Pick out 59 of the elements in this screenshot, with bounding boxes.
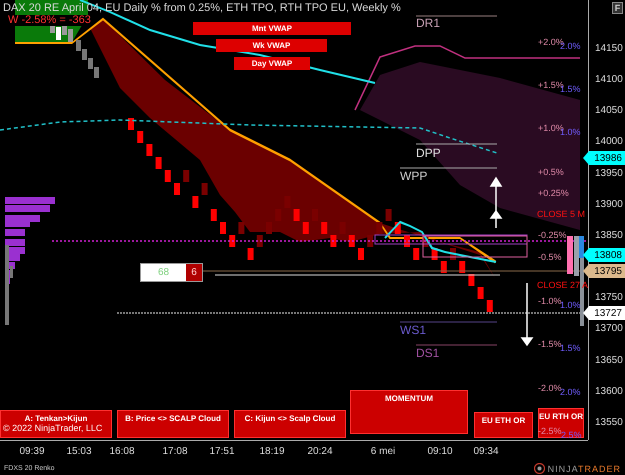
time-tick: 6 mei	[370, 447, 396, 457]
signal-panel: B: Price <> SCALP Cloud	[117, 410, 229, 438]
down-arrow	[520, 283, 534, 346]
price-tick: 13950	[595, 168, 623, 179]
price-tick: 14150	[595, 44, 623, 54]
time-tick: 15:03	[66, 447, 92, 457]
price-tick: 13700	[595, 324, 623, 334]
pivot-label: WS1	[400, 324, 426, 336]
up-arrow	[490, 176, 502, 228]
time-tick: 20:24	[307, 447, 333, 457]
price-tag: 13727	[583, 306, 625, 320]
vwap-button[interactable]: Mnt VWAP	[193, 22, 351, 35]
close-label: CLOSE 5 M	[537, 210, 586, 219]
time-tick: 09:10	[427, 447, 453, 457]
daily-percent-label: -1.5%	[538, 340, 562, 349]
time-tick: 09:34	[473, 447, 499, 457]
price-tick: 13650	[595, 356, 623, 366]
chart-options-button[interactable]: F	[612, 2, 623, 14]
daily-percent-label: +0.25%	[538, 189, 569, 198]
weekly-percent-label: 2.0%	[560, 388, 581, 397]
copyright-text: © 2022 NinjaTrader, LLC	[3, 424, 102, 433]
ninja-logo-icon	[534, 463, 545, 474]
brand-wordmark: NINJATRADER	[548, 464, 621, 474]
daily-percent-label: -2.5%	[538, 427, 562, 436]
price-tick: 13850	[595, 230, 623, 241]
weekly-percent-label: 2.5%	[561, 431, 582, 440]
daily-percent-label: +0.5%	[538, 168, 564, 177]
price-tag: 13986	[583, 151, 625, 165]
price-tick: 13600	[595, 386, 623, 397]
pivot-label: WPP	[400, 170, 428, 182]
vwap-button[interactable]: Wk VWAP	[216, 39, 327, 52]
pivot-label: DR1	[416, 17, 440, 29]
time-tick: 09:39	[19, 447, 45, 457]
price-tick: 13750	[595, 293, 623, 304]
price-tick: 14050	[595, 106, 623, 116]
time-tick: 18:19	[259, 447, 285, 457]
daily-percent-label: -0.25%	[538, 231, 567, 240]
signal-panel: C: Kijun <> Scalp Cloud	[234, 410, 346, 438]
daily-percent-label: -1.0%	[538, 297, 562, 306]
weekly-percent-label: 1.5%	[560, 344, 581, 353]
price-tick: 13900	[595, 200, 623, 210]
weekly-change: W -2.58% = -363	[7, 15, 92, 26]
pivot-label: DS1	[416, 347, 440, 359]
price-tick: 14100	[595, 75, 623, 86]
pivot-label: DPP	[416, 147, 441, 159]
price-tick: 14000	[595, 137, 623, 148]
time-tick: 17:51	[209, 447, 235, 457]
daily-percent-label: -2.0%	[538, 384, 562, 393]
price-tag: 13808	[583, 248, 625, 262]
time-tick: 16:08	[109, 447, 135, 457]
price-tick: 13550	[595, 418, 623, 428]
time-tick: 17:08	[162, 447, 188, 457]
price-tag: 13795	[583, 264, 625, 278]
vwap-button[interactable]: Day VWAP	[234, 57, 310, 70]
counter-value: 68	[141, 264, 186, 281]
daily-percent-label: -0.5%	[538, 253, 562, 262]
brick-count: 6	[186, 264, 202, 281]
signal-panel: MOMENTUM	[350, 390, 468, 434]
signal-panel: EU ETH OR	[474, 412, 533, 438]
